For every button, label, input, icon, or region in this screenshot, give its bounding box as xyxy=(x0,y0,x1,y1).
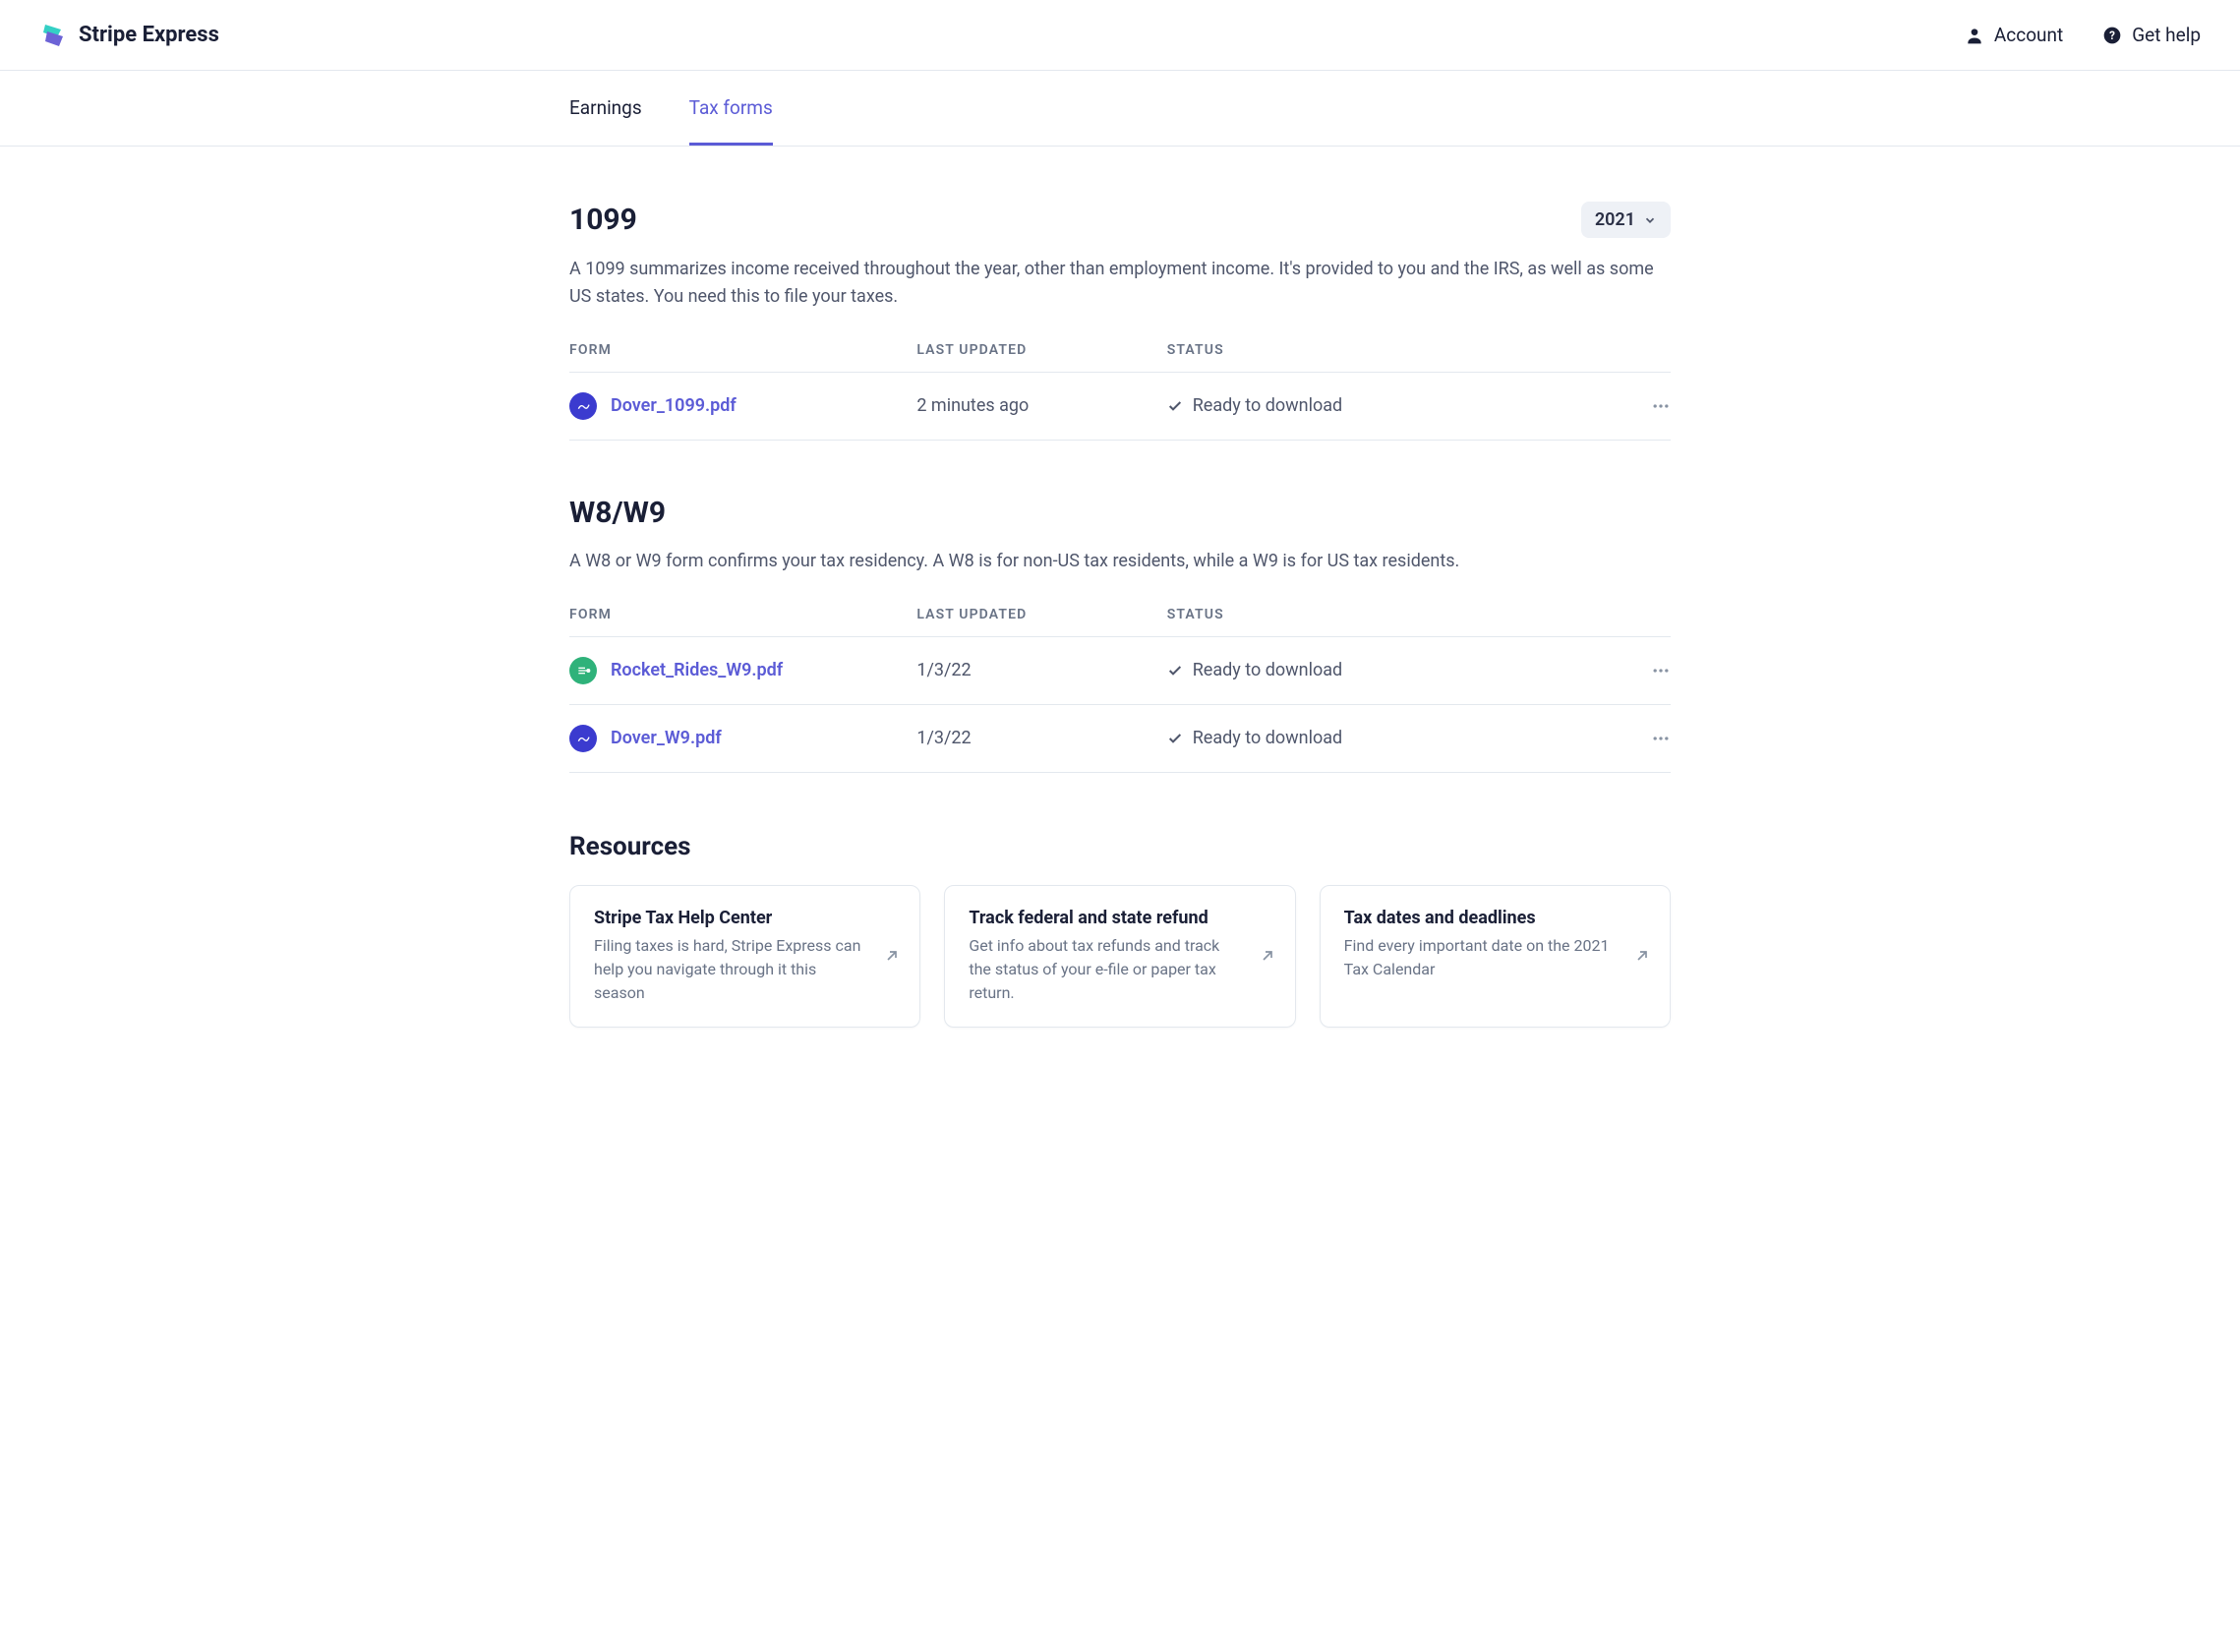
table-row: Rocket_Rides_W9.pdf 1/3/22 Ready to down… xyxy=(569,637,1671,705)
header-right: Account ? Get help xyxy=(1965,24,2201,46)
tab-tax-forms[interactable]: Tax forms xyxy=(689,71,773,146)
resource-card-tax-dates[interactable]: Tax dates and deadlines Find every impor… xyxy=(1320,885,1671,1028)
last-updated-value: 1/3/22 xyxy=(916,728,1166,748)
account-link[interactable]: Account xyxy=(1965,24,2063,46)
row-more-button[interactable] xyxy=(1612,661,1671,680)
status-value: Ready to download xyxy=(1167,728,1612,748)
more-horizontal-icon xyxy=(1651,661,1671,680)
section-w8w9-title: W8/W9 xyxy=(569,496,1671,530)
stripe-express-logo-icon xyxy=(39,22,67,49)
last-updated-value: 1/3/22 xyxy=(916,660,1166,680)
card-desc: Find every important date on the 2021 Ta… xyxy=(1344,934,1646,981)
table-w8w9: FORM LAST UPDATED STATUS Rocket_Rides_W9… xyxy=(569,607,1671,773)
table-1099: FORM LAST UPDATED STATUS Dover_1099.pdf … xyxy=(569,342,1671,441)
row-more-button[interactable] xyxy=(1612,729,1671,748)
col-last-updated: LAST UPDATED xyxy=(916,607,1166,622)
tabs-bar: Earnings Tax forms xyxy=(0,71,2240,147)
section-w8w9: W8/W9 A W8 or W9 form confirms your tax … xyxy=(569,496,1671,773)
table-row: Dover_1099.pdf 2 minutes ago Ready to do… xyxy=(569,373,1671,441)
resource-card-help-center[interactable]: Stripe Tax Help Center Filing taxes is h… xyxy=(569,885,920,1028)
row-more-button[interactable] xyxy=(1612,396,1671,416)
col-form: FORM xyxy=(569,607,916,622)
resource-cards: Stripe Tax Help Center Filing taxes is h… xyxy=(569,885,1671,1028)
form-file-link[interactable]: Rocket_Rides_W9.pdf xyxy=(611,660,783,680)
year-selector-value: 2021 xyxy=(1595,209,1635,230)
status-value: Ready to download xyxy=(1167,660,1612,680)
check-icon xyxy=(1167,731,1183,746)
section-1099-description: A 1099 summarizes income received throug… xyxy=(569,256,1671,311)
last-updated-value: 2 minutes ago xyxy=(916,395,1166,416)
card-desc: Get info about tax refunds and track the… xyxy=(969,934,1270,1005)
form-file-link[interactable]: Dover_1099.pdf xyxy=(611,395,737,416)
company-avatar-icon xyxy=(569,657,597,684)
table-1099-header: FORM LAST UPDATED STATUS xyxy=(569,342,1671,373)
section-w8w9-description: A W8 or W9 form confirms your tax reside… xyxy=(569,548,1671,575)
help-icon: ? xyxy=(2102,26,2122,45)
col-last-updated: LAST UPDATED xyxy=(916,342,1166,358)
chevron-down-icon xyxy=(1643,213,1657,227)
header: Stripe Express Account ? Get help xyxy=(0,0,2240,71)
help-link[interactable]: ? Get help xyxy=(2102,24,2201,46)
section-1099-title: 1099 xyxy=(569,203,637,237)
brand: Stripe Express xyxy=(39,22,219,49)
card-title: Track federal and state refund xyxy=(969,908,1270,928)
table-w8w9-header: FORM LAST UPDATED STATUS xyxy=(569,607,1671,637)
card-desc: Filing taxes is hard, Stripe Express can… xyxy=(594,934,896,1005)
status-text: Ready to download xyxy=(1193,728,1342,748)
company-avatar-icon xyxy=(569,392,597,420)
resource-card-track-refund[interactable]: Track federal and state refund Get info … xyxy=(944,885,1295,1028)
card-title: Tax dates and deadlines xyxy=(1344,908,1646,928)
more-horizontal-icon xyxy=(1651,729,1671,748)
help-label: Get help xyxy=(2132,24,2201,46)
more-horizontal-icon xyxy=(1651,396,1671,416)
arrow-up-right-icon xyxy=(884,948,900,964)
section-1099: 1099 2021 A 1099 summarizes income recei… xyxy=(569,202,1671,441)
status-text: Ready to download xyxy=(1193,660,1342,680)
col-status: STATUS xyxy=(1167,342,1612,358)
user-icon xyxy=(1965,26,1984,45)
year-selector[interactable]: 2021 xyxy=(1581,202,1671,238)
check-icon xyxy=(1167,398,1183,414)
tab-earnings[interactable]: Earnings xyxy=(569,71,642,146)
form-file-link[interactable]: Dover_W9.pdf xyxy=(611,728,722,748)
resources-title: Resources xyxy=(569,832,1671,861)
brand-name: Stripe Express xyxy=(79,23,219,47)
card-title: Stripe Tax Help Center xyxy=(594,908,896,928)
account-label: Account xyxy=(1994,24,2063,46)
status-text: Ready to download xyxy=(1193,395,1342,416)
company-avatar-icon xyxy=(569,725,597,752)
arrow-up-right-icon xyxy=(1634,948,1650,964)
table-row: Dover_W9.pdf 1/3/22 Ready to download xyxy=(569,705,1671,773)
check-icon xyxy=(1167,663,1183,678)
status-value: Ready to download xyxy=(1167,395,1612,416)
arrow-up-right-icon xyxy=(1260,948,1275,964)
svg-text:?: ? xyxy=(2109,29,2115,42)
col-status: STATUS xyxy=(1167,607,1612,622)
col-form: FORM xyxy=(569,342,916,358)
